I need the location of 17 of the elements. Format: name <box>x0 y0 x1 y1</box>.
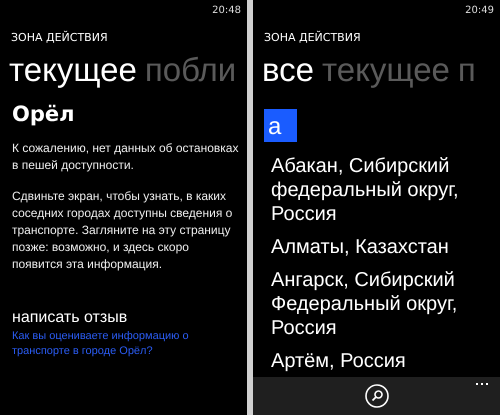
feedback-link[interactable]: Как вы оцениваете информацию о транспорте в городе Орёл? <box>12 329 239 359</box>
city-title: Орёл <box>12 102 76 126</box>
feedback-title: написать отзыв <box>12 309 128 327</box>
pivot-header[interactable]: все <box>262 48 314 92</box>
group-letter-tile[interactable]: а <box>264 109 297 142</box>
status-time: 20:48 <box>212 4 241 16</box>
city-item[interactable]: Артём, Россия <box>271 349 492 373</box>
city-item[interactable]: Абакан, Сибирский федеральный округ, Россия <box>271 154 492 226</box>
app-title: ЗОНА ДЕЙСТВИЯ <box>11 31 109 44</box>
city-item[interactable]: Ангарск, Сибирский Федеральный округ, Россия <box>271 268 492 340</box>
status-time: 20:49 <box>465 4 494 16</box>
search-icon[interactable] <box>364 384 388 408</box>
info-paragraph: К сожалению, нет данных об остановках в пешей доступности. <box>12 140 239 174</box>
info-paragraph: Сдвиньте экран, чтобы узнать, в каких соседних городах доступны сведения о транспорте. Загляните на эту страницу позже: возможно, и здесь скоро появится эта информация. <box>12 188 234 273</box>
city-item[interactable]: Алматы, Казахстан <box>271 235 492 259</box>
app-title: ЗОНА ДЕЙСТВИЯ <box>264 31 362 44</box>
pivot-header[interactable]: текущее <box>9 48 137 92</box>
